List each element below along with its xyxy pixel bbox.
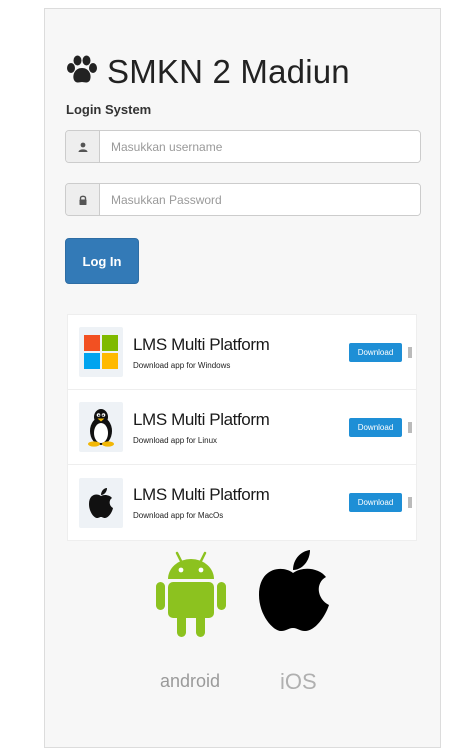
list-item-macos: LMS Multi Platform Download app for MacO… — [68, 465, 416, 540]
linux-icon — [79, 402, 123, 452]
app-subtitle: Download app for Linux — [133, 435, 218, 445]
ios-label: iOS — [280, 669, 317, 694]
platform-logos: android iOS — [155, 549, 345, 699]
ios-apple-icon[interactable] — [257, 549, 331, 638]
app-title: LMS Multi Platform — [133, 334, 270, 354]
list-item-windows: LMS Multi Platform Download app for Wind… — [68, 315, 416, 390]
user-icon — [66, 131, 100, 162]
username-input[interactable] — [100, 131, 420, 162]
app-subtitle: Download app for MacOs — [133, 511, 224, 520]
scroll-indicator — [408, 346, 412, 358]
scroll-indicator — [408, 497, 412, 508]
apple-icon — [79, 477, 123, 528]
login-button[interactable]: Log In — [65, 238, 139, 284]
password-input[interactable] — [100, 184, 420, 215]
lock-icon — [66, 184, 100, 215]
login-system-label: Login System — [66, 102, 152, 117]
app-subtitle: Download app for Windows — [133, 360, 231, 370]
android-icon[interactable] — [155, 549, 227, 644]
android-label: android — [160, 671, 221, 691]
download-linux-button[interactable]: Download — [349, 417, 402, 437]
list-item-linux: LMS Multi Platform Download app for Linu… — [68, 390, 416, 465]
scroll-indicator — [408, 421, 412, 433]
app-title: LMS Multi Platform — [133, 485, 270, 504]
download-windows-button[interactable]: Download — [349, 342, 402, 362]
download-macos-button[interactable]: Download — [349, 493, 402, 512]
username-group — [65, 130, 421, 163]
title-row: SMKN 2 Madiun — [65, 53, 350, 91]
download-list: LMS Multi Platform Download app for Wind… — [67, 314, 417, 541]
windows-icon — [79, 327, 123, 377]
page-title: SMKN 2 Madiun — [107, 53, 350, 90]
login-panel: SMKN 2 Madiun Login System Log In — [44, 8, 441, 748]
paw-icon — [65, 55, 99, 90]
password-group — [65, 183, 421, 216]
app-title: LMS Multi Platform — [133, 409, 270, 429]
